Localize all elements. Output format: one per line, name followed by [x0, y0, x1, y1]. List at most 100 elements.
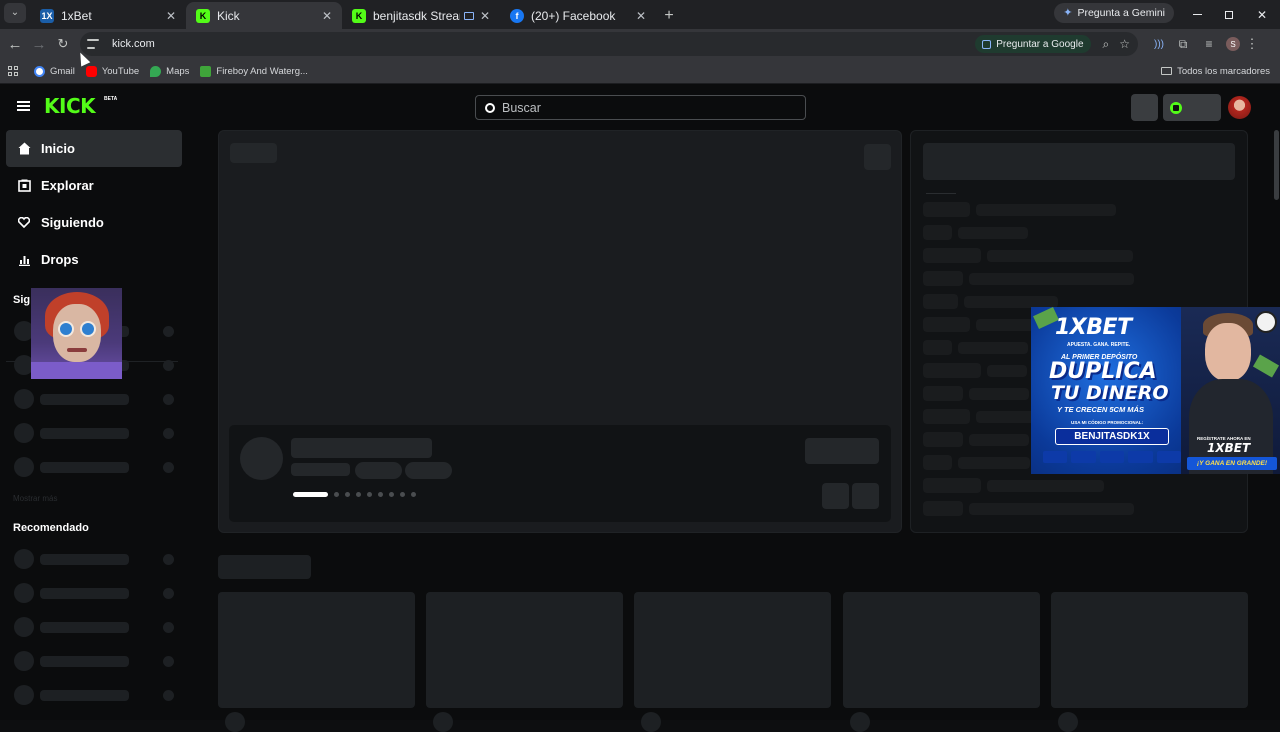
extension-icon[interactable]: ))) — [1148, 39, 1170, 50]
close-icon[interactable]: ✕ — [480, 9, 490, 23]
skeleton-bar — [40, 656, 129, 667]
back-button[interactable]: ← — [3, 32, 27, 56]
skeleton-button — [864, 144, 891, 170]
user-avatar[interactable] — [1228, 96, 1251, 119]
address-bar[interactable]: kick.com Preguntar a Google ⌕ ☆ — [80, 32, 1138, 56]
kick-header: KICK BETA Buscar — [0, 84, 1280, 130]
home-icon — [16, 142, 32, 155]
skeleton-chat-header — [923, 143, 1235, 180]
restore-icon — [1224, 10, 1233, 19]
carousel-dot[interactable] — [389, 492, 394, 497]
skeleton-dot — [163, 326, 174, 337]
new-tab-button[interactable]: + — [656, 3, 682, 29]
profile-avatar[interactable]: S — [1226, 37, 1240, 51]
browser-toolbar: ← → ↻ kick.com Preguntar a Google ⌕ ☆ ))… — [0, 29, 1280, 59]
carousel-dots[interactable] — [293, 492, 416, 497]
google-lens-icon — [982, 39, 992, 49]
bookmark-star-icon[interactable]: ☆ — [1119, 37, 1130, 51]
browser-tab-facebook[interactable]: f (20+) Facebook ✕ — [500, 2, 656, 29]
extensions-puzzle-icon[interactable]: ⧉ — [1170, 37, 1196, 52]
skeleton-avatar — [1058, 712, 1078, 732]
skeleton-avatar — [14, 685, 34, 705]
skeleton-stream-card[interactable] — [426, 592, 623, 708]
apps-grid-icon[interactable] — [8, 66, 18, 76]
close-icon[interactable]: ✕ — [166, 9, 176, 23]
kick-logo[interactable]: KICK — [44, 95, 96, 117]
page-scrollbar[interactable] — [1274, 130, 1279, 200]
tab-search-button[interactable]: ⌄ — [4, 2, 26, 23]
skeleton-avatar — [14, 617, 34, 637]
carousel-dot[interactable] — [345, 492, 350, 497]
skeleton-chat-message — [976, 319, 1034, 331]
ask-google-chip[interactable]: Preguntar a Google — [975, 35, 1091, 53]
url-text[interactable]: kick.com — [112, 38, 155, 50]
skeleton-avatar — [14, 389, 34, 409]
soccer-ball-icon — [1255, 311, 1277, 333]
coins-chip[interactable] — [1163, 94, 1221, 121]
carousel-dot[interactable] — [334, 492, 339, 497]
window-close-button[interactable]: ✕ — [1244, 2, 1280, 28]
forward-button[interactable]: → — [27, 32, 51, 56]
skeleton-stream-card[interactable] — [1051, 592, 1248, 708]
nav-inicio[interactable]: Inicio — [6, 130, 182, 167]
skeleton-bar — [40, 554, 129, 565]
skeleton-bar — [40, 622, 129, 633]
skeleton-stream-card[interactable] — [634, 592, 831, 708]
skeleton-line — [926, 193, 956, 194]
skeleton-dot — [163, 462, 174, 473]
nav-explorar[interactable]: Explorar — [6, 167, 182, 204]
tab-title: benjitasdk Stream - Watch — [373, 8, 460, 23]
skeleton-chat-user — [923, 478, 981, 493]
skeleton-stream-card[interactable] — [843, 592, 1040, 708]
search-input[interactable]: Buscar — [475, 95, 806, 120]
minimize-button[interactable] — [1182, 2, 1213, 28]
facebook-icon: f — [510, 8, 524, 23]
bookmark-gmail[interactable]: Gmail — [34, 65, 75, 77]
skeleton-chat-message — [987, 365, 1027, 377]
skeleton-avatar — [225, 712, 245, 732]
following-heading: Sig — [13, 294, 31, 306]
gemini-icon: ✦ — [1063, 7, 1073, 19]
show-more-link[interactable]: Mostrar más — [13, 494, 57, 503]
browser-tab-strip: ⌄ 1X 1xBet ✕ K Kick ✕ K benjitasdk Strea… — [0, 0, 1280, 29]
restore-button[interactable] — [1213, 2, 1244, 28]
kick-icon: K — [196, 8, 210, 23]
skeleton-next-button[interactable] — [852, 483, 879, 509]
reading-list-icon[interactable]: ≡ — [1196, 37, 1222, 51]
zoom-icon[interactable]: ⌕ — [1103, 37, 1110, 52]
carousel-dot[interactable] — [400, 492, 405, 497]
nav-siguiendo[interactable]: Siguiendo — [6, 204, 182, 241]
skeleton-avatar — [14, 549, 34, 569]
menu-dots-icon[interactable]: ⋮ — [1240, 36, 1264, 52]
arrow-right-icon: → — [31, 35, 47, 53]
browser-tab-1xbet[interactable]: 1X 1xBet ✕ — [30, 2, 186, 29]
chevron-down-icon: ⌄ — [10, 7, 20, 18]
carousel-dot[interactable] — [356, 492, 361, 497]
skeleton-live-badge — [230, 143, 277, 163]
browser-tab-benjitasdk[interactable]: K benjitasdk Stream - Watch ✕ — [342, 2, 500, 29]
site-info-icon[interactable] — [87, 39, 99, 49]
carousel-dot[interactable] — [411, 492, 416, 497]
skeleton-dot — [163, 656, 174, 667]
skeleton-prev-button[interactable] — [822, 483, 849, 509]
skeleton-dot — [163, 360, 174, 371]
bookmark-maps[interactable]: Maps — [150, 65, 190, 77]
close-icon[interactable]: ✕ — [322, 9, 332, 23]
hamburger-menu-icon[interactable] — [17, 101, 30, 111]
browser-tab-kick[interactable]: K Kick ✕ — [186, 2, 342, 29]
reload-button[interactable]: ↻ — [51, 32, 75, 56]
close-icon[interactable]: ✕ — [636, 9, 646, 23]
skeleton-chat-message — [958, 342, 1028, 354]
bookmark-label: Maps — [166, 65, 190, 77]
all-bookmarks-folder[interactable]: Todos los marcadores — [1161, 66, 1270, 77]
skeleton-stream-card[interactable] — [218, 592, 415, 708]
carousel-dot[interactable] — [367, 492, 372, 497]
1xbet-ad-overlay: 1XBET APUESTA. GANA. REPITE. AL PRIMER D… — [1031, 307, 1280, 474]
gemini-button[interactable]: ✦ Pregunta a Gemini — [1054, 2, 1174, 23]
carousel-dot[interactable] — [378, 492, 383, 497]
carousel-dot-active[interactable] — [293, 492, 328, 497]
heart-icon — [16, 217, 32, 228]
bookmark-fireboy[interactable]: Fireboy And Waterg... — [200, 65, 308, 77]
bookmark-youtube[interactable]: YouTube — [85, 65, 139, 77]
nav-drops[interactable]: Drops — [6, 241, 182, 278]
